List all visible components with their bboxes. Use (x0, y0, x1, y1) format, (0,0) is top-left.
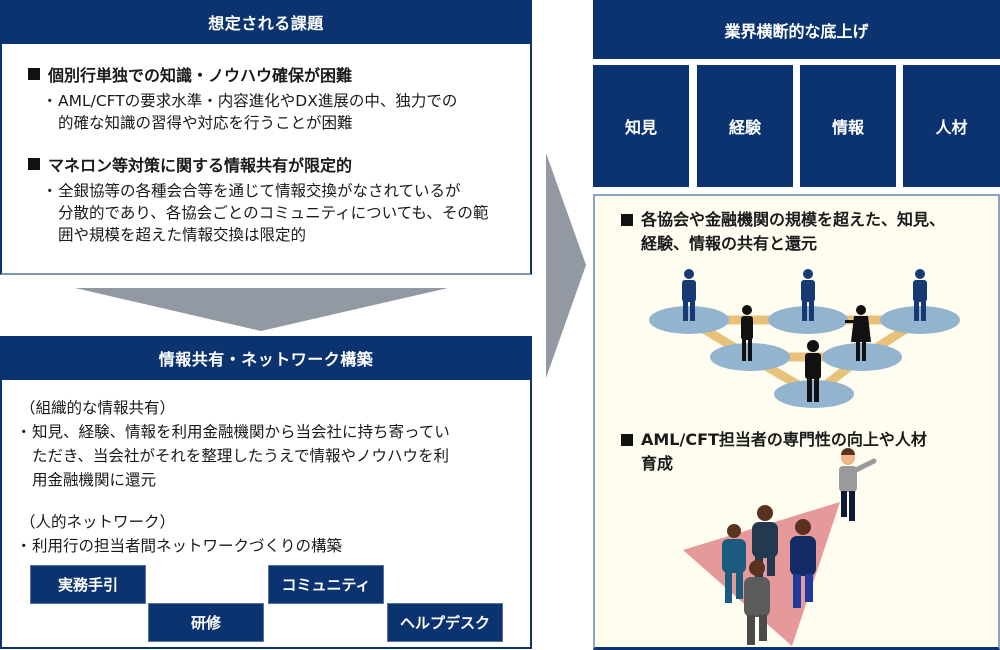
network-header: 情報共有・ネットワーク構築 (0, 336, 532, 380)
issues-panel: 想定される課題 個別行単独での知識・ノウハウ確保が困難 ・ AML/CFTの要求… (0, 0, 532, 275)
person-icon (801, 269, 815, 321)
benefits-illustrations (649, 269, 960, 646)
team-member-icon (722, 524, 746, 603)
pillar-information: 情報 (800, 65, 896, 187)
right-arrow-icon (546, 153, 586, 378)
person-silhouettes-black (741, 305, 871, 402)
network-links (684, 315, 925, 399)
network-panel: 情報共有・ネットワーク構築 （組織的な情報共有） ・ 知見、経験、情報を利用金融… (0, 336, 532, 649)
node (774, 380, 854, 408)
team-member-icon (744, 560, 770, 645)
node (649, 306, 729, 334)
issue-bullet-1: ・ AML/CFTの要求水準・内容進化やDX進展の中、独力での 的確な知識の習得… (42, 92, 458, 132)
tile-practical-guide: 実務手引 (30, 565, 146, 604)
pillar-knowledge: 知見 (593, 65, 689, 187)
section-label-organizational: （組織的な情報共有） (20, 399, 176, 417)
square-bullet-icon (621, 214, 633, 226)
right-arrow-shape (546, 153, 586, 378)
person-icon (845, 305, 871, 361)
section-bullet-organizational: ・ 知見、経験、情報を利用金融機関から当会社に持ち寄ってい ただき、当会社がそれ… (16, 423, 450, 489)
person-icon (805, 340, 821, 402)
issues-header: 想定される課題 (0, 0, 532, 44)
node (768, 306, 848, 334)
issue-title-1: 個別行単独での知識・ノウハウ確保が困難 (28, 62, 352, 86)
team-member-icon (790, 519, 816, 608)
issue-bullet-2: ・ 全銀協等の各種会合等を通じて情報交換がなされているが 分散的であり、各協会ご… (42, 182, 489, 244)
uplift-header: 業界横断的な底上げ (593, 0, 1000, 59)
person-icon (741, 305, 753, 361)
square-bullet-icon (28, 158, 40, 170)
node (880, 306, 960, 334)
node (822, 343, 902, 371)
tile-community: コミュニティ (268, 565, 384, 604)
person-icon (913, 269, 927, 321)
person-silhouettes-blue (682, 269, 927, 321)
benefit-title-1: 各協会や金融機関の規模を超えた、知見、 経験、情報の共有と還元 (621, 208, 945, 256)
pillar-experience: 経験 (697, 65, 793, 187)
node (710, 343, 790, 371)
network-nodes (649, 306, 960, 408)
square-bullet-icon (28, 68, 40, 80)
benefits-panel: 各協会や金融機関の規模を超えた、知見、 経験、情報の共有と還元 AML/CFT担… (593, 194, 1000, 650)
section-label-human-network: （人的ネットワーク） (20, 513, 176, 531)
section-bullet-human-network: ・ 利用行の担当者間ネットワークづくりの構築 (16, 537, 343, 555)
down-arrow-shape (75, 288, 448, 331)
leader-team-illustration (683, 448, 877, 646)
pillar-talent: 人材 (903, 65, 1000, 187)
person-icon (682, 269, 696, 321)
people-network-illustration (649, 269, 960, 408)
spotlight-triangle (683, 502, 840, 646)
issue-title-2: マネロン等対策に関する情報共有が限定的 (28, 152, 352, 176)
tile-helpdesk: ヘルプデスク (387, 603, 503, 642)
square-bullet-icon (621, 434, 633, 446)
down-arrow-icon (75, 288, 448, 331)
team-member-icon (752, 505, 778, 580)
tile-training: 研修 (148, 603, 264, 642)
benefit-title-2: AML/CFT担当者の専門性の向上や人材 育成 (621, 428, 927, 476)
